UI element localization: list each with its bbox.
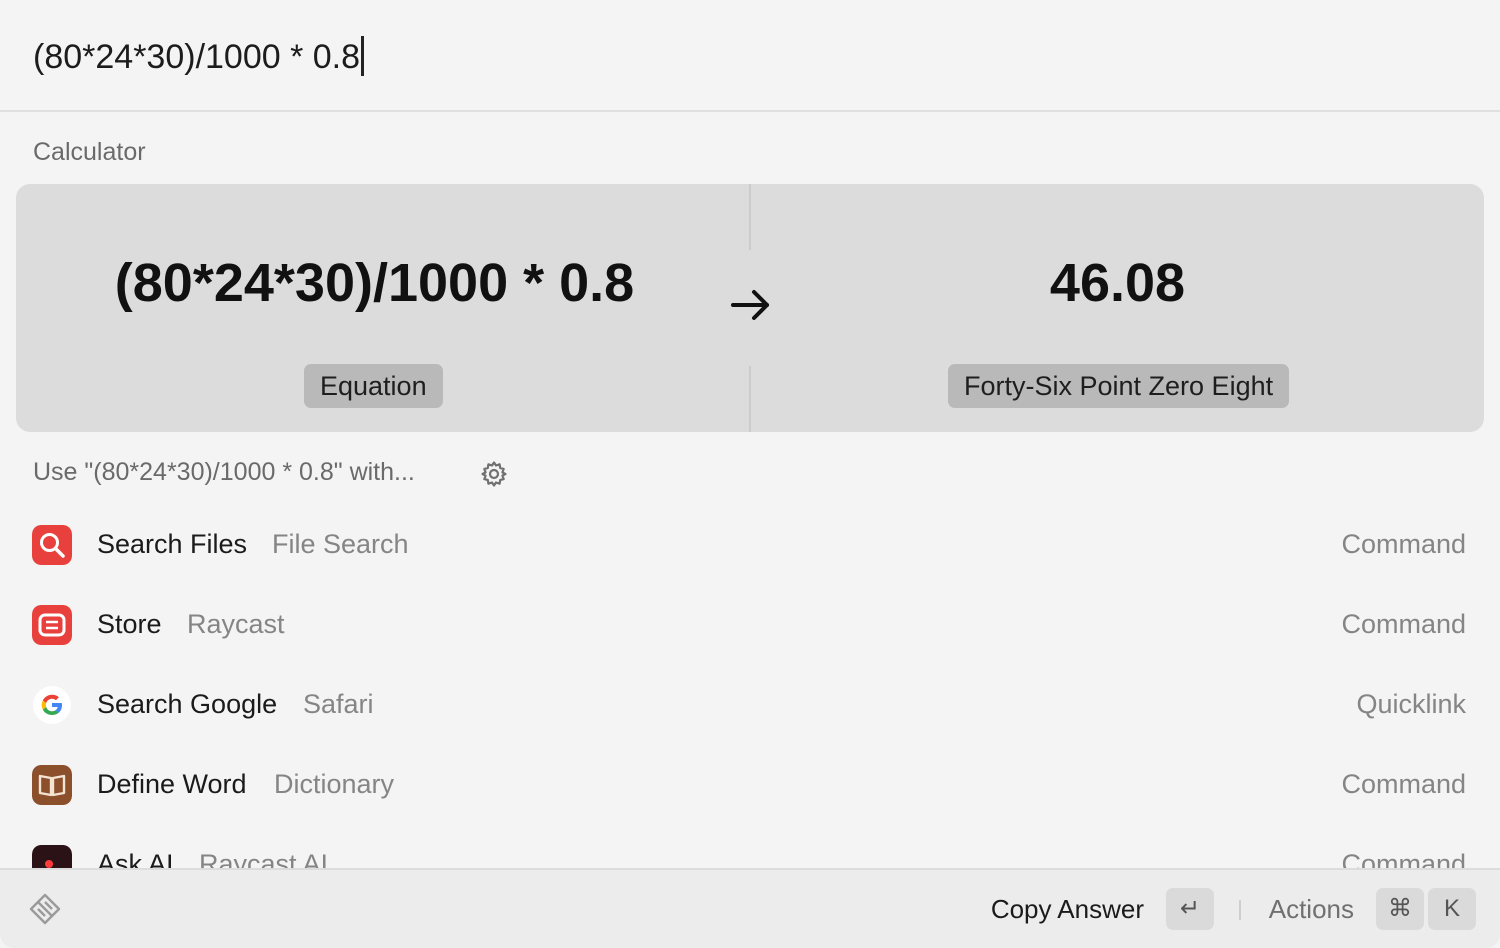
raycast-logo-icon[interactable]	[26, 890, 64, 928]
list-item[interactable]: Store Raycast Command	[0, 585, 1500, 665]
equation-text: (80*24*30)/1000 * 0.8	[114, 253, 635, 313]
raycast-store-icon	[32, 605, 72, 645]
search-input[interactable]: (80*24*30)/1000 * 0.8	[33, 36, 365, 77]
item-type: Command	[1341, 609, 1466, 639]
use-with-heading: Use "(80*24*30)/1000 * 0.8" with...	[33, 458, 415, 486]
enter-key-hint: ↵	[1166, 888, 1214, 930]
result-words-label: Forty-Six Point Zero Eight	[948, 364, 1290, 408]
section-title-calculator: Calculator	[33, 138, 146, 166]
raycast-window: (80*24*30)/1000 * 0.8 Calculator (80*24*…	[0, 0, 1500, 948]
list-item[interactable]: Search Google Safari Quicklink	[0, 665, 1500, 745]
search-query: (80*24*30)/1000 * 0.8	[33, 38, 361, 76]
calculator-card[interactable]: (80*24*30)/1000 * 0.8 46.08 Equation For…	[16, 184, 1484, 432]
item-type: Command	[1341, 529, 1466, 559]
k-key-hint: K	[1428, 888, 1476, 930]
cmd-key-hint: ⌘	[1376, 888, 1424, 930]
card-divider	[749, 366, 751, 432]
search-bar[interactable]: (80*24*30)/1000 * 0.8	[0, 0, 1500, 112]
item-type: Command	[1341, 769, 1466, 799]
item-title: Store	[97, 609, 162, 639]
search-files-icon	[32, 525, 72, 565]
equation-label: Equation	[304, 364, 443, 408]
list-item[interactable]: Search Files File Search Command	[0, 505, 1500, 585]
item-subtitle: File Search	[272, 529, 409, 559]
card-divider	[749, 184, 751, 250]
item-type: Quicklink	[1356, 689, 1466, 719]
dictionary-icon	[32, 765, 72, 805]
footer-separator	[1239, 900, 1241, 920]
actions-button[interactable]: Actions	[1269, 894, 1354, 925]
copy-answer-button[interactable]: Copy Answer	[991, 894, 1144, 925]
text-caret	[361, 36, 365, 76]
item-title: Define Word	[97, 769, 247, 799]
result-text: 46.08	[1049, 253, 1186, 313]
item-subtitle: Safari	[303, 689, 374, 719]
gear-icon[interactable]	[480, 460, 508, 488]
google-icon	[33, 686, 71, 724]
item-subtitle: Dictionary	[274, 769, 395, 799]
item-title: Search Google	[97, 689, 278, 719]
item-title: Search Files	[97, 529, 248, 559]
action-bar: Copy Answer ↵ Actions ⌘ K	[0, 868, 1500, 948]
list-item[interactable]: Define Word Dictionary Command	[0, 745, 1500, 825]
item-subtitle: Raycast	[187, 609, 285, 639]
